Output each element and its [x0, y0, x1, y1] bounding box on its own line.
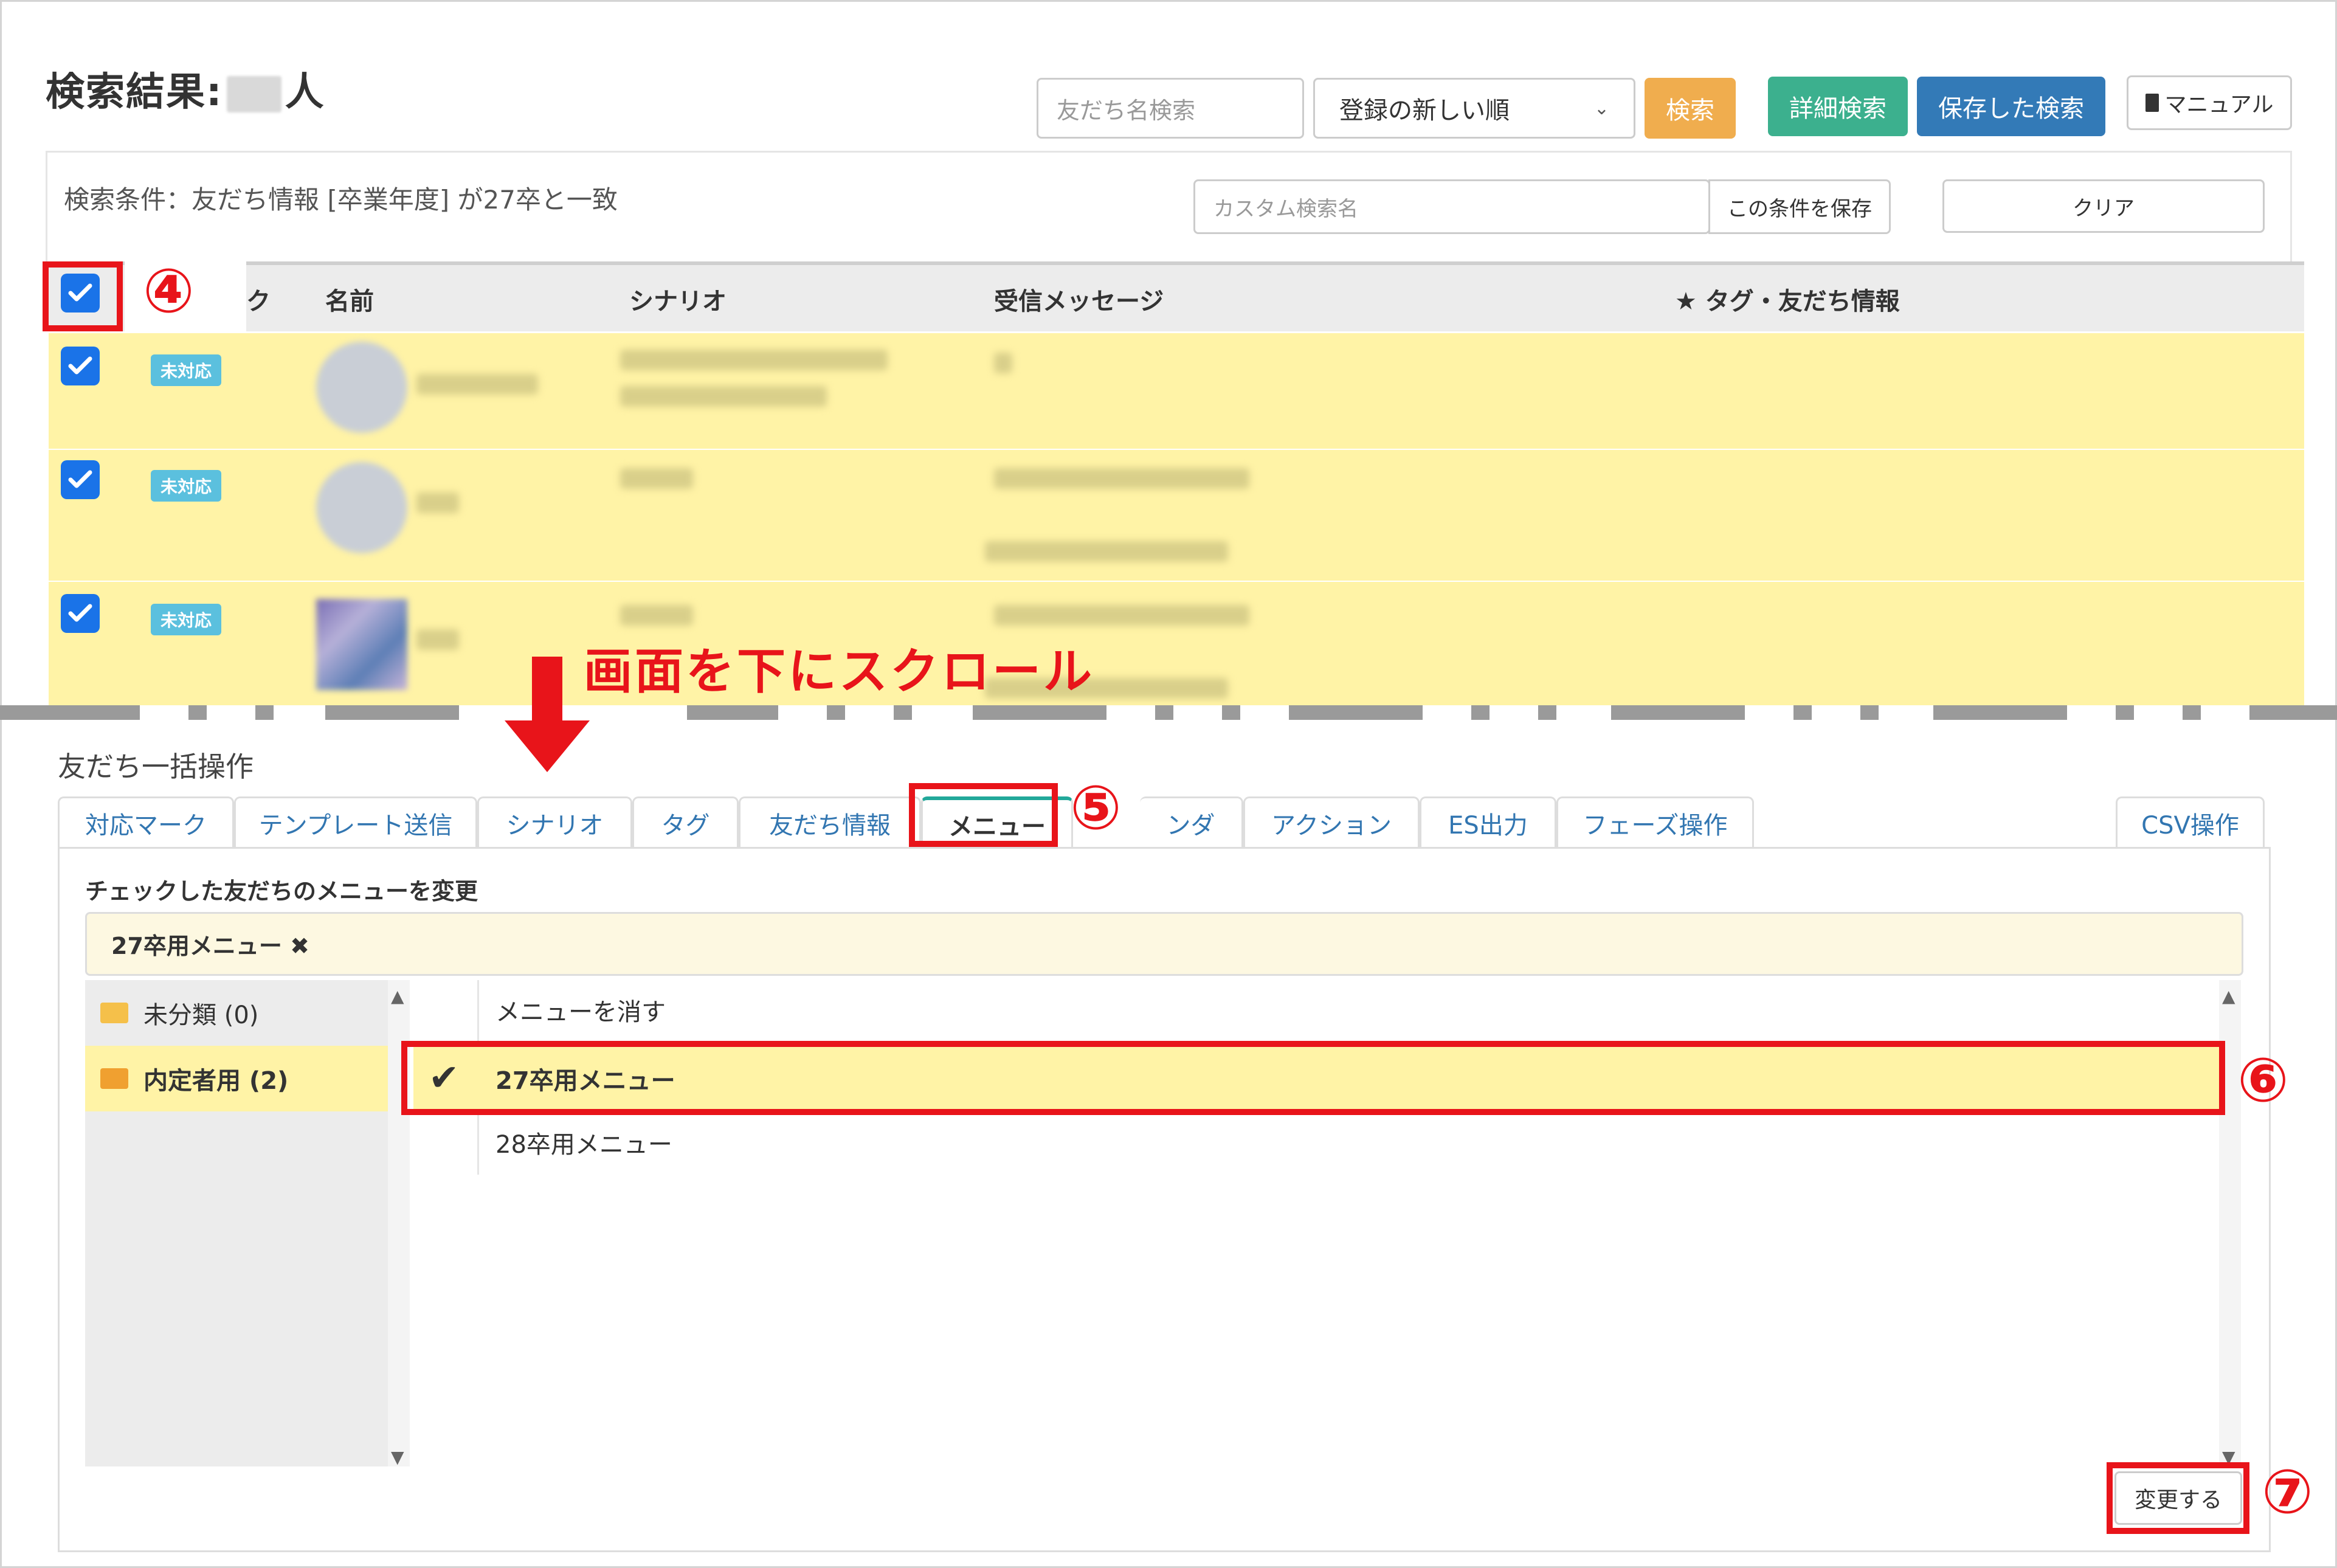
- annotation-box-step6: [401, 1041, 2225, 1115]
- tab-phase[interactable]: フェーズ操作: [1556, 796, 1754, 848]
- folder-item-naitei[interactable]: 内定者用 (2): [85, 1046, 389, 1111]
- blurred-name: [416, 492, 459, 513]
- save-condition-button[interactable]: この条件を保存: [1708, 179, 1891, 234]
- blurred-scenario: [620, 468, 693, 489]
- manual-button[interactable]: マニュアル: [2127, 75, 2292, 130]
- advanced-search-button[interactable]: 詳細検索: [1768, 77, 1908, 136]
- status-badge[interactable]: 未対応: [151, 354, 222, 386]
- avatar: [316, 462, 407, 553]
- tab-action[interactable]: アクション: [1243, 796, 1420, 848]
- col-header-scenario: シナリオ: [629, 288, 727, 316]
- scroll-hint-annotation: 画面を下にスクロール: [584, 643, 1094, 700]
- bulk-operations-title: 友だち一括操作: [58, 750, 254, 783]
- panel-label: チェックした友だちのメニューを変更: [85, 878, 478, 905]
- tab-csv[interactable]: CSV操作: [2116, 796, 2265, 848]
- custom-search-name-input[interactable]: カスタム検索名: [1193, 179, 1710, 234]
- annotation-box-step5: [909, 783, 1058, 847]
- arrow-down-icon: [505, 657, 590, 772]
- clear-button[interactable]: クリア: [1942, 179, 2265, 233]
- tab-tag[interactable]: タグ: [632, 796, 739, 848]
- scroll-divider: [0, 705, 2337, 720]
- row-checkbox[interactable]: [61, 347, 100, 385]
- checkmark-icon: [68, 470, 92, 488]
- annotation-step5: ⑤: [1070, 772, 1122, 843]
- blurred-scenario-date: [620, 386, 827, 407]
- result-count-blurred: [226, 76, 281, 113]
- avatar: [316, 599, 407, 690]
- annotation-box-step4: [43, 261, 123, 331]
- blurred-name: [416, 374, 538, 395]
- col-header-mark: ク: [246, 288, 271, 316]
- blurred-scenario: [620, 605, 693, 626]
- book-icon: [2145, 94, 2159, 112]
- col-header-received-message: 受信メッセージ: [994, 288, 1164, 316]
- blurred-message-date: [985, 541, 1228, 562]
- search-conditions-text: 検索条件：友だち情報 [卒業年度] が27卒と一致: [64, 185, 618, 215]
- selected-menu-chip[interactable]: 27卒用メニュー ✖: [85, 912, 2243, 976]
- folder-label: 未分類 (0): [143, 1001, 259, 1029]
- avatar: [316, 342, 407, 433]
- status-badge[interactable]: 未対応: [151, 470, 222, 502]
- blurred-scenario: [620, 350, 888, 370]
- sort-select[interactable]: 登録の新しい順 ⌄: [1313, 78, 1635, 139]
- tab-template-send[interactable]: テンプレート送信: [234, 796, 477, 848]
- page-title-suffix: 人: [285, 70, 325, 115]
- table-header: [49, 261, 2304, 331]
- page-title: 検索結果: 人: [46, 61, 325, 117]
- row-checkbox[interactable]: [61, 594, 100, 633]
- col-header-tags-friend-info: ★ タグ・友だち情報: [1675, 288, 1900, 316]
- scroll-down-icon[interactable]: ▼: [391, 1447, 404, 1467]
- page-title-text: 検索結果:: [46, 70, 223, 115]
- checkmark-icon: [68, 604, 92, 622]
- annotation-step4: ④: [143, 255, 195, 326]
- menu-item-28[interactable]: 28卒用メニュー: [495, 1125, 672, 1160]
- scroll-up-icon[interactable]: ▲: [2222, 986, 2235, 1006]
- annotation-step6: ⑥: [2237, 1045, 2289, 1116]
- search-button[interactable]: 検索: [1645, 78, 1736, 139]
- scroll-up-icon[interactable]: ▲: [391, 986, 404, 1006]
- manual-button-label: マニュアル: [2164, 92, 2274, 117]
- checkmark-icon: [68, 356, 92, 375]
- status-badge[interactable]: 未対応: [151, 604, 222, 635]
- menu-item-clear[interactable]: メニューを消す: [495, 992, 666, 1027]
- tab-friend-info[interactable]: 友だち情報: [739, 796, 921, 848]
- annotation-box-step7: [2107, 1462, 2249, 1534]
- col-header-name: 名前: [325, 288, 374, 316]
- bulk-operation-tabs: 対応マーク テンプレート送信 シナリオ タグ 友だち情報 メニュー ンダ アクシ…: [58, 796, 2271, 848]
- folder-label: 内定者用 (2): [143, 1067, 289, 1095]
- blurred-message: [994, 353, 1012, 373]
- tab-mark[interactable]: 対応マーク: [58, 796, 234, 848]
- folder-item-uncategorized[interactable]: 未分類 (0): [85, 980, 389, 1046]
- sort-select-value: 登録の新しい順: [1339, 97, 1510, 125]
- friend-name-search-input[interactable]: 友だち名検索: [1037, 78, 1304, 139]
- row-checkbox[interactable]: [61, 460, 100, 499]
- folder-icon: [100, 1003, 128, 1023]
- blurred-name: [416, 629, 459, 650]
- tab-calendar[interactable]: ンダ: [1140, 796, 1243, 848]
- tab-scenario[interactable]: シナリオ: [477, 796, 632, 848]
- chevron-down-icon: ⌄: [1593, 97, 1609, 119]
- saved-search-button[interactable]: 保存した検索: [1917, 77, 2105, 136]
- blurred-message: [994, 468, 1249, 489]
- blurred-message: [994, 605, 1249, 626]
- annotation-step7: ⑦: [2262, 1456, 2313, 1527]
- tab-es-output[interactable]: ES出力: [1420, 796, 1556, 848]
- folder-open-icon: [100, 1068, 128, 1089]
